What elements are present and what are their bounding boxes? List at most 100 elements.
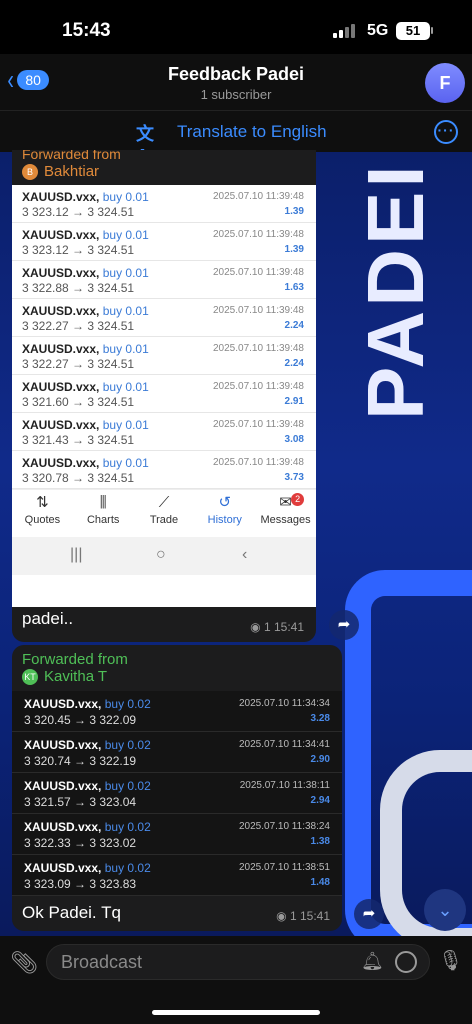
trade-prices: 3 321.57 → 3 323.04 <box>24 795 137 809</box>
trade-prices: 3 322.27 → 3 324.51 <box>22 319 135 333</box>
trade-row[interactable]: XAUUSD.vxx, buy 0.01 3 323.12 → 3 324.51 2… <box>12 223 316 261</box>
trade-datetime: 2025.07.10 11:38:51 <box>238 862 330 873</box>
more-options-icon[interactable]: ··· <box>434 120 458 144</box>
chevron-down-icon: ⌄ <box>437 900 453 920</box>
translate-icon: 文A <box>136 124 154 166</box>
trade-profit: 1.39 <box>284 206 304 217</box>
signal-icon <box>333 24 359 38</box>
messages-icon: ✉ <box>279 494 292 511</box>
trade-profit: 1.48 <box>310 877 330 888</box>
message-text: Coleect dlu..lama btol sidai..tq padei.. <box>22 587 249 628</box>
trade-row[interactable]: XAUUSD.vxx, buy 0.01 3 321.60 → 3 324.51 2… <box>12 375 316 413</box>
trade-profit: 3.28 <box>310 713 330 724</box>
input-bar: 📎︎ 🔔︎ 🎙︎ <box>0 936 472 1024</box>
trade-side: buy 0.01 <box>102 228 149 242</box>
trade-symbol: XAUUSD.vxx, buy 0.02 <box>24 820 151 834</box>
trade-side: buy 0.02 <box>104 697 151 711</box>
back-icon: ‹ <box>242 546 248 563</box>
channel-avatar[interactable]: F <box>425 63 465 103</box>
symbol-name: XAUUSD.vxx, <box>22 266 100 280</box>
symbol-name: XAUUSD.vxx, <box>24 861 102 875</box>
view-count: 1 <box>263 620 271 634</box>
tab-charts[interactable]: ⫼ Charts <box>73 490 134 537</box>
trade-row[interactable]: XAUUSD.vxx, buy 0.01 3 322.88 → 3 324.51 2… <box>12 261 316 299</box>
bell-icon[interactable]: 🔔︎ <box>361 951 384 972</box>
broadcast-input[interactable] <box>61 951 351 973</box>
trade-side: buy 0.01 <box>102 418 149 432</box>
trade-row[interactable]: XAUUSD.vxx, buy 0.01 3 323.12 → 3 324.51 2… <box>12 185 316 223</box>
trade-row[interactable]: XAUUSD.vxx, buy 0.01 3 321.43 → 3 324.51 2… <box>12 413 316 451</box>
trade-side: buy 0.01 <box>102 456 149 470</box>
trade-profit: 2.24 <box>284 358 304 369</box>
sender-avatar: B <box>22 163 38 180</box>
forwarded-from[interactable]: KT Kavitha T <box>22 668 107 685</box>
screenshot-image[interactable]: XAUUSD.vxx, buy 0.02 3 320.45 → 3 322.09 2… <box>12 691 342 896</box>
trade-symbol: XAUUSD.vxx, buy 0.01 <box>22 342 149 356</box>
trade-datetime: 2025.07.10 11:39:48 <box>212 381 304 392</box>
trade-profit: 3.73 <box>284 472 304 483</box>
trade-symbol: XAUUSD.vxx, buy 0.01 <box>22 380 149 394</box>
channel-title[interactable]: Feedback Padei <box>0 64 472 85</box>
trade-datetime: 2025.07.10 11:34:41 <box>238 739 330 750</box>
trade-row[interactable]: XAUUSD.vxx, buy 0.02 3 320.74 → 3 322.19 2… <box>12 732 342 773</box>
trade-prices: 3 323.12 → 3 324.51 <box>22 243 135 257</box>
trade-profit: 2.24 <box>284 320 304 331</box>
microphone-icon[interactable]: 🎙︎ <box>438 948 463 973</box>
message-meta: ◉ 1 15:41 <box>276 909 330 923</box>
share-icon[interactable]: ➦ <box>354 899 384 929</box>
trade-row[interactable]: XAUUSD.vxx, buy 0.01 3 320.78 → 3 324.51 2… <box>12 451 316 489</box>
trade-datetime: 2025.07.10 11:38:24 <box>238 821 330 832</box>
trade-row[interactable]: XAUUSD.vxx, buy 0.02 3 323.09 → 3 323.83 2… <box>12 855 342 896</box>
timer-icon[interactable] <box>395 951 417 973</box>
symbol-name: XAUUSD.vxx, <box>22 228 100 242</box>
home-icon: ○ <box>156 546 166 563</box>
trade-side: buy 0.02 <box>104 738 151 752</box>
trade-datetime: 2025.07.10 11:39:48 <box>212 457 304 468</box>
trade-row[interactable]: XAUUSD.vxx, buy 0.02 3 321.57 → 3 323.04 2… <box>12 773 342 814</box>
trade-datetime: 2025.07.10 11:39:48 <box>212 305 304 316</box>
message-time: 15:41 <box>273 620 304 634</box>
trade-side: buy 0.01 <box>102 266 149 280</box>
share-icon[interactable]: ➦ <box>329 610 359 640</box>
screenshot-image[interactable]: XAUUSD.vxx, buy 0.01 3 323.12 → 3 324.51 2… <box>12 185 316 607</box>
message-meta: ◉ 1 15:41 <box>250 620 304 634</box>
trade-profit: 1.39 <box>284 244 304 255</box>
trade-row[interactable]: XAUUSD.vxx, buy 0.02 3 320.45 → 3 322.09 2… <box>12 691 342 732</box>
translate-button[interactable]: Translate to English <box>177 122 327 142</box>
trade-symbol: XAUUSD.vxx, buy 0.02 <box>24 779 151 793</box>
tab-trade[interactable]: ⟋ Trade <box>134 490 195 537</box>
tab-messages[interactable]: ✉ Messages 2 <box>255 490 316 537</box>
trade-prices: 3 320.45 → 3 322.09 <box>24 713 137 727</box>
tab-label: Messages <box>260 514 311 526</box>
message-text: Ok Padei. Tq <box>22 903 121 922</box>
tab-history[interactable]: ↺ History <box>194 490 255 537</box>
battery-tip <box>431 27 433 34</box>
symbol-name: XAUUSD.vxx, <box>22 342 100 356</box>
message-bubble[interactable]: Forwarded from B Bakhtiar XAUUSD.vxx, bu… <box>12 150 316 642</box>
trade-datetime: 2025.07.10 11:39:48 <box>212 267 304 278</box>
trade-prices: 3 321.43 → 3 324.51 <box>22 433 135 447</box>
chat-header: ‹ 80 Feedback Padei 1 subscriber F <box>0 54 472 110</box>
wallpaper-text: PADEI <box>351 161 440 420</box>
trade-side: buy 0.02 <box>104 820 151 834</box>
tab-label: Charts <box>86 514 120 526</box>
forwarded-from[interactable]: B Bakhtiar <box>22 163 99 180</box>
trade-datetime: 2025.07.10 11:39:48 <box>212 229 304 240</box>
trade-profit: 1.63 <box>284 282 304 293</box>
message-bubble[interactable]: Forwarded from KT Kavitha T XAUUSD.vxx, … <box>12 645 342 931</box>
trade-side: buy 0.02 <box>104 861 151 875</box>
trade-row[interactable]: XAUUSD.vxx, buy 0.01 3 322.27 → 3 324.51 2… <box>12 337 316 375</box>
tab-label: Quotes <box>24 514 61 526</box>
trade-row[interactable]: XAUUSD.vxx, buy 0.02 3 322.33 → 3 323.02 2… <box>12 814 342 855</box>
forwarded-label: Forwarded from <box>22 651 128 668</box>
recent-apps-icon: ||| <box>70 546 83 563</box>
trade-datetime: 2025.07.10 11:39:48 <box>212 419 304 430</box>
tab-label: History <box>207 514 242 526</box>
symbol-name: XAUUSD.vxx, <box>24 697 102 711</box>
message-input-box[interactable]: 🔔︎ <box>46 944 430 980</box>
tab-quotes[interactable]: ⇅ Quotes <box>12 490 73 537</box>
paperclip-icon[interactable]: 📎︎ <box>10 950 38 976</box>
translate-bar[interactable]: 文A Translate to English ··· <box>0 110 472 166</box>
scroll-down-button[interactable]: ⌄ <box>424 889 466 931</box>
trade-row[interactable]: XAUUSD.vxx, buy 0.01 3 322.27 → 3 324.51 2… <box>12 299 316 337</box>
